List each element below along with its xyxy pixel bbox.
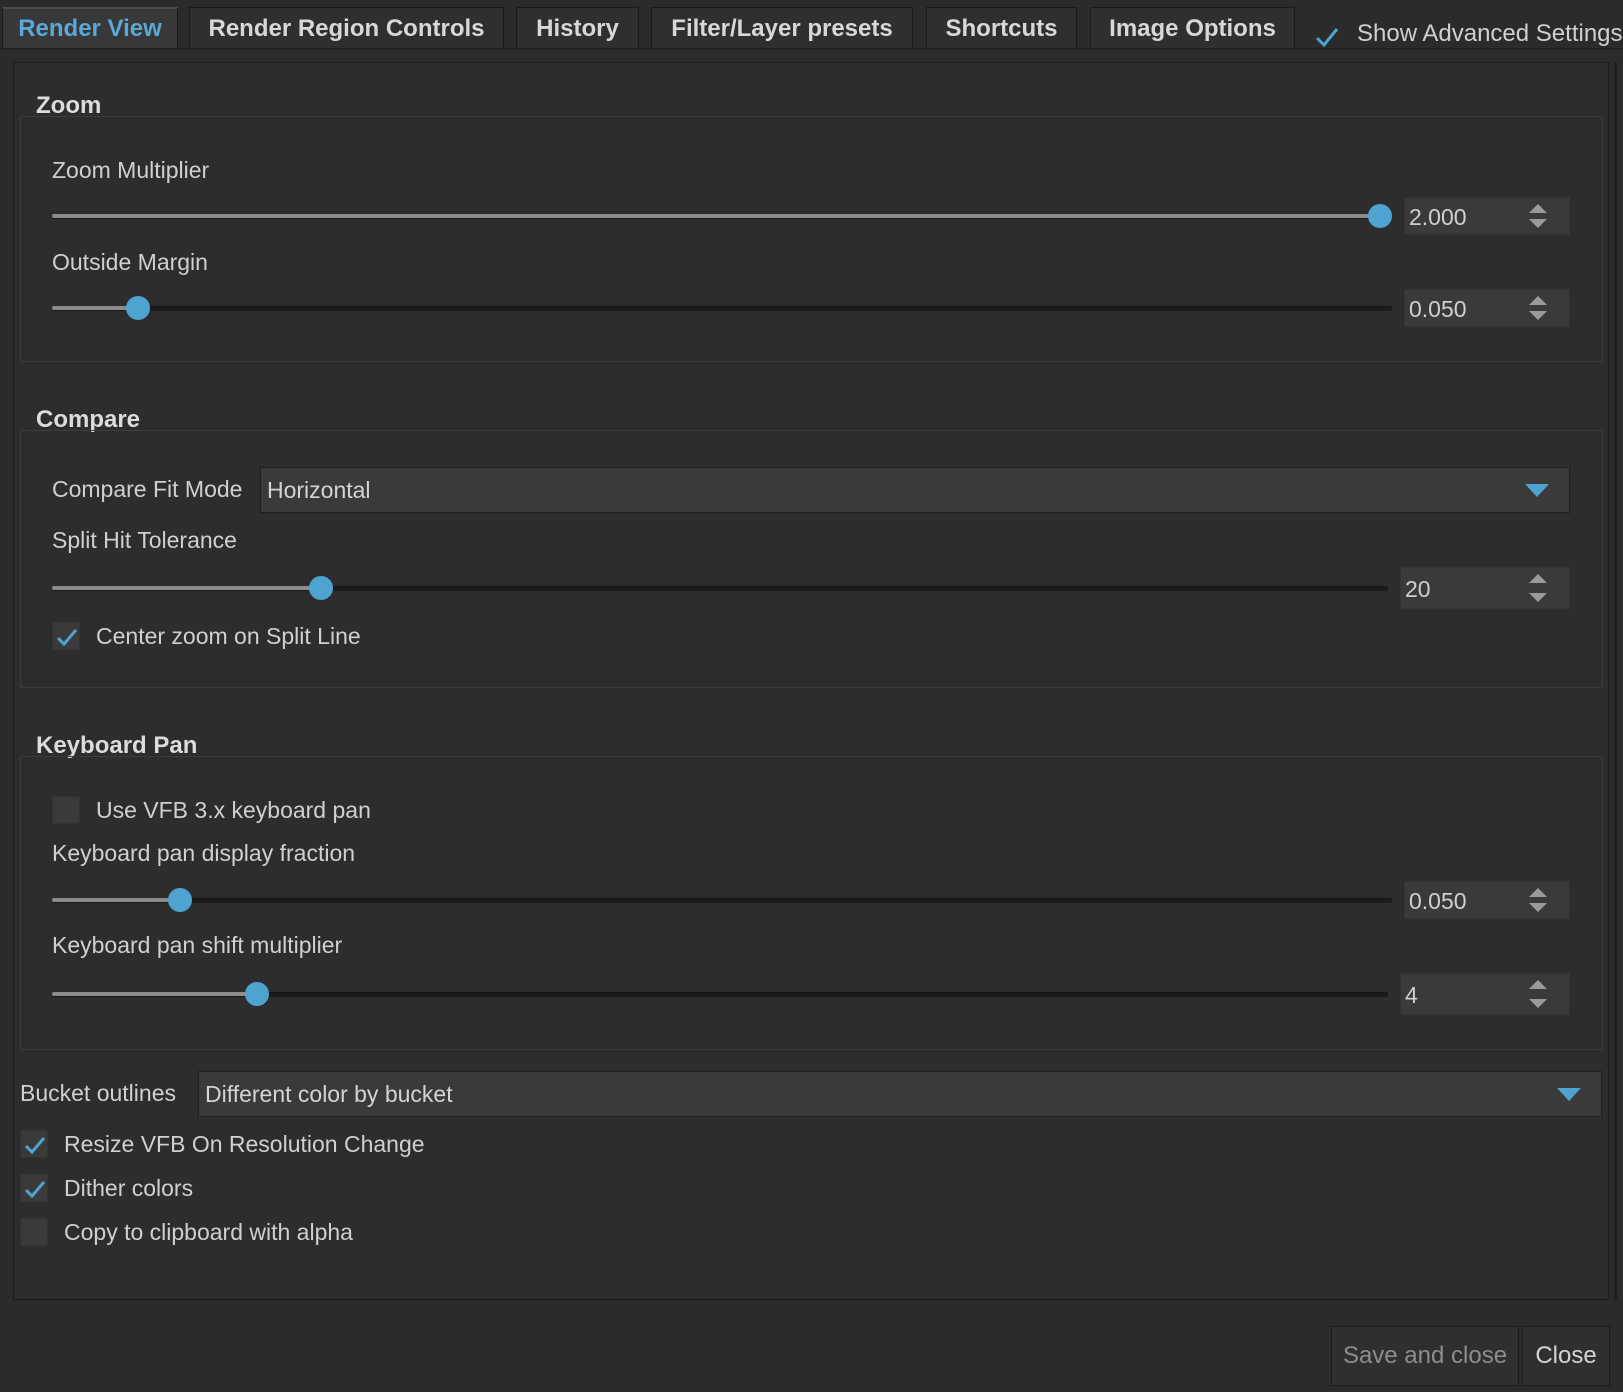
close-button[interactable]: Close — [1522, 1326, 1610, 1386]
use-vfb3-pan-checkbox[interactable] — [52, 796, 80, 824]
zoom-multiplier-label: Zoom Multiplier — [52, 157, 210, 183]
bucket-outlines-dropdown[interactable]: Different color by bucket — [198, 1071, 1602, 1117]
tab-label: Render Region Controls — [208, 14, 485, 42]
spin-down-icon[interactable] — [1529, 999, 1547, 1008]
slider-fill — [52, 586, 322, 590]
pan-shift-multiplier-spinbox[interactable]: 4 — [1400, 973, 1570, 1015]
center-zoom-checkbox[interactable] — [52, 622, 80, 650]
chevron-down-icon — [1525, 484, 1549, 497]
compare-fit-mode-dropdown[interactable]: Horizontal — [260, 467, 1570, 513]
spin-down-icon[interactable] — [1529, 903, 1547, 912]
dither-colors-checkbox[interactable] — [20, 1174, 48, 1202]
compare-fit-mode-label: Compare Fit Mode — [52, 476, 243, 502]
scrollbar[interactable] — [1614, 62, 1617, 1300]
tab-label: Render View — [18, 15, 162, 42]
check-icon — [24, 1181, 46, 1199]
zoom-multiplier-slider[interactable] — [52, 204, 1392, 228]
save-and-close-label: Save and close — [1342, 1342, 1508, 1369]
spin-down-icon[interactable] — [1529, 219, 1547, 228]
zoom-multiplier-spinbox[interactable]: 2.000 — [1404, 197, 1570, 235]
slider-fill — [52, 306, 138, 310]
dropdown-value: Horizontal — [267, 477, 371, 503]
slider-handle[interactable] — [309, 576, 334, 600]
tab-label: Image Options — [1109, 14, 1276, 42]
spin-up-icon[interactable] — [1529, 204, 1547, 213]
pan-shift-multiplier-label: Keyboard pan shift multiplier — [52, 932, 343, 958]
spinbox-value: 0.050 — [1409, 888, 1467, 914]
bucket-outlines-label: Bucket outlines — [20, 1080, 176, 1106]
resize-vfb-checkbox[interactable] — [20, 1130, 48, 1158]
tab-render-view[interactable]: Render View — [2, 7, 178, 49]
split-hit-tolerance-slider[interactable] — [52, 576, 1388, 600]
spinbox-value: 0.050 — [1409, 296, 1467, 322]
split-hit-tolerance-spinbox[interactable]: 20 — [1400, 567, 1570, 609]
tab-filter-layer-presets[interactable]: Filter/Layer presets — [651, 7, 913, 49]
zoom-group — [20, 116, 1603, 362]
spinbox-value: 20 — [1405, 576, 1431, 602]
pan-display-fraction-spinbox[interactable]: 0.050 — [1404, 881, 1570, 919]
save-and-close-button[interactable]: Save and close — [1331, 1326, 1519, 1386]
slider-handle[interactable] — [167, 888, 192, 912]
pan-display-fraction-label: Keyboard pan display fraction — [52, 840, 356, 866]
spin-up-icon[interactable] — [1529, 574, 1547, 583]
center-zoom-label: Center zoom on Split Line — [96, 623, 361, 649]
show-advanced-settings-toggle[interactable]: Show Advanced Settings — [1312, 18, 1623, 52]
split-hit-tolerance-label: Split Hit Tolerance — [52, 527, 237, 553]
spin-up-icon[interactable] — [1529, 980, 1547, 989]
check-icon — [1315, 28, 1339, 48]
spin-up-icon[interactable] — [1529, 296, 1547, 305]
chevron-down-icon — [1557, 1088, 1581, 1101]
tab-label: Filter/Layer presets — [671, 14, 893, 42]
slider-handle[interactable] — [244, 982, 269, 1006]
slider-track — [52, 306, 1392, 311]
spin-down-icon[interactable] — [1529, 593, 1547, 602]
pan-shift-multiplier-slider[interactable] — [52, 982, 1388, 1006]
show-advanced-label: Show Advanced Settings — [1357, 20, 1623, 47]
tab-render-region-controls[interactable]: Render Region Controls — [189, 7, 504, 49]
spin-up-icon[interactable] — [1529, 888, 1547, 897]
copy-alpha-checkbox[interactable] — [20, 1218, 48, 1246]
tab-image-options[interactable]: Image Options — [1090, 7, 1295, 49]
outside-margin-label: Outside Margin — [52, 249, 208, 275]
tab-history[interactable]: History — [516, 7, 639, 49]
outside-margin-spinbox[interactable]: 0.050 — [1404, 289, 1570, 327]
slider-track — [52, 898, 1392, 903]
tab-label: History — [536, 14, 619, 42]
tab-label: Shortcuts — [945, 14, 1058, 42]
slider-fill — [52, 898, 180, 902]
slider-handle[interactable] — [1368, 204, 1392, 228]
slider-handle[interactable] — [125, 296, 150, 320]
copy-alpha-label: Copy to clipboard with alpha — [64, 1219, 353, 1245]
spinbox-value: 2.000 — [1409, 204, 1467, 230]
outside-margin-slider[interactable] — [52, 296, 1392, 320]
check-icon — [24, 1137, 46, 1155]
slider-fill — [52, 992, 257, 996]
use-vfb3-pan-label: Use VFB 3.x keyboard pan — [96, 797, 371, 823]
pan-display-fraction-slider[interactable] — [52, 888, 1392, 912]
spin-down-icon[interactable] — [1529, 311, 1547, 320]
resize-vfb-label: Resize VFB On Resolution Change — [64, 1131, 425, 1157]
dither-colors-label: Dither colors — [64, 1175, 194, 1201]
dropdown-value: Different color by bucket — [205, 1081, 453, 1107]
close-label: Close — [1535, 1342, 1597, 1369]
slider-fill — [52, 214, 1380, 218]
tab-shortcuts[interactable]: Shortcuts — [926, 7, 1077, 49]
check-icon — [56, 629, 78, 647]
spinbox-value: 4 — [1405, 982, 1418, 1008]
